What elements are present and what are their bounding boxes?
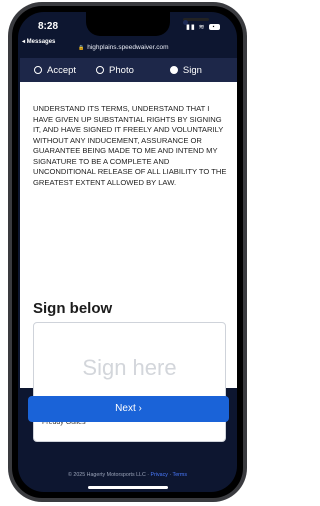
sign-heading: Sign below [33, 300, 113, 317]
battery-icon: ▪ [208, 24, 220, 31]
privacy-link[interactable]: Privacy [151, 472, 168, 478]
tab-photo[interactable]: Photo [96, 65, 134, 76]
phone-notch [86, 12, 209, 36]
back-to-messages-link[interactable]: ◂ Messages [22, 38, 55, 45]
tab-accept[interactable]: Accept [34, 65, 76, 76]
phone-screen: 8:28 ◂ Messages ▮▮ ≋ ▪ 🔒 highplains.speed… [18, 12, 237, 492]
tab-sign[interactable]: Sign [169, 64, 202, 76]
photo-radio-icon [96, 66, 105, 74]
sign-radio-icon [169, 66, 178, 74]
phone-device: 8:28 ◂ Messages ▮▮ ≋ ▪ 🔒 highplains.speed… [0, 0, 255, 506]
signal-icon: ▮▮ [186, 24, 196, 31]
status-icons: ▮▮ ≋ ▪ [186, 23, 220, 31]
footer: © 2025 Hagerty Motorsports LLC · Privacy… [18, 472, 237, 478]
next-button[interactable]: Next › [28, 396, 229, 422]
url-text: highplains.speedwaiver.com [87, 44, 169, 51]
tab-photo-label: Photo [109, 64, 134, 76]
tab-accept-label: Accept [47, 64, 77, 76]
address-bar[interactable]: 🔒 highplains.speedwaiver.com [78, 44, 169, 51]
waiver-content[interactable]: UNDERSTAND ITS TERMS, UNDERSTAND THAT I … [20, 82, 237, 442]
signature-pad[interactable]: Sign here X Freddy Guiles [33, 322, 226, 442]
home-indicator[interactable] [88, 486, 168, 489]
tab-sign-label: Sign [182, 64, 202, 76]
lock-icon: 🔒 [78, 45, 85, 51]
wifi-icon: ≋ [198, 24, 206, 31]
footer-copyright: © 2025 Hagerty Motorsports LLC · [68, 472, 151, 478]
step-tabs: Accept Photo Sign [20, 58, 237, 82]
camera-icon [183, 20, 188, 25]
terms-link[interactable]: Terms [173, 472, 187, 478]
accept-radio-icon [34, 66, 42, 74]
waiver-legal-text: UNDERSTAND ITS TERMS, UNDERSTAND THAT I … [33, 104, 227, 187]
signature-placeholder: Sign here [82, 355, 177, 380]
status-time: 8:28 [38, 21, 59, 32]
